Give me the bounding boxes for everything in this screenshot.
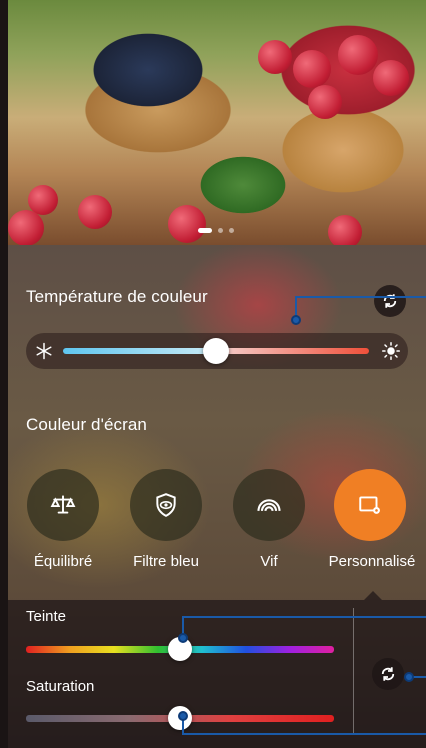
eye-shield-icon bbox=[156, 493, 176, 517]
color-temperature-slider[interactable] bbox=[26, 333, 408, 369]
raspberry-image bbox=[373, 60, 409, 96]
raspberry-image bbox=[308, 85, 342, 119]
temperature-thumb[interactable] bbox=[203, 338, 229, 364]
color-temperature-title: Température de couleur bbox=[26, 287, 208, 306]
raspberry-image bbox=[338, 35, 378, 75]
rainbow-icon bbox=[257, 499, 281, 512]
color-settings-panel: Température de couleur Couleur d'écran É… bbox=[8, 245, 426, 748]
mode-blue-filter-button[interactable] bbox=[130, 469, 202, 541]
mode-balanced-label: Équilibré bbox=[33, 553, 93, 570]
custom-reset-button[interactable] bbox=[372, 658, 404, 690]
raspberry-image bbox=[8, 210, 44, 246]
callout-line bbox=[295, 296, 426, 298]
callout-dot bbox=[178, 633, 188, 643]
callout-line bbox=[182, 616, 426, 618]
mode-blue-filter-label: Filtre bleu bbox=[133, 553, 199, 570]
mode-balanced-button[interactable] bbox=[27, 469, 99, 541]
refresh-icon bbox=[383, 294, 397, 308]
raspberry-image bbox=[78, 195, 112, 229]
mode-vivid-label: Vif bbox=[260, 553, 278, 570]
page-indicator bbox=[198, 228, 234, 233]
refresh-icon bbox=[381, 667, 395, 681]
vertical-divider bbox=[353, 608, 354, 734]
raspberry-image bbox=[293, 50, 331, 88]
hue-label: Teinte bbox=[26, 608, 67, 625]
callout-dot bbox=[404, 672, 414, 682]
custom-adjust-panel: Teinte Saturation bbox=[8, 600, 426, 748]
raspberry-image bbox=[168, 205, 206, 243]
balance-scale-icon bbox=[50, 495, 76, 514]
mode-custom-button[interactable] bbox=[334, 469, 406, 541]
mode-custom-label: Personnalisé bbox=[328, 553, 416, 570]
saturation-label: Saturation bbox=[26, 678, 95, 695]
custom-screen-icon bbox=[359, 496, 380, 514]
active-mode-pointer bbox=[364, 591, 382, 600]
snowflake-icon bbox=[36, 342, 52, 360]
callout-dot bbox=[291, 315, 301, 325]
temperature-reset-button[interactable] bbox=[374, 285, 406, 317]
callout-dot bbox=[178, 711, 188, 721]
mode-vivid-button[interactable] bbox=[233, 469, 305, 541]
sun-icon bbox=[382, 342, 400, 360]
preview-photo bbox=[8, 0, 426, 249]
screen-color-title: Couleur d'écran bbox=[26, 415, 147, 434]
raspberry-image bbox=[258, 40, 292, 74]
raspberry-image bbox=[328, 215, 362, 249]
callout-line bbox=[182, 733, 426, 735]
screen: Température de couleur Couleur d'écran É… bbox=[8, 0, 426, 748]
